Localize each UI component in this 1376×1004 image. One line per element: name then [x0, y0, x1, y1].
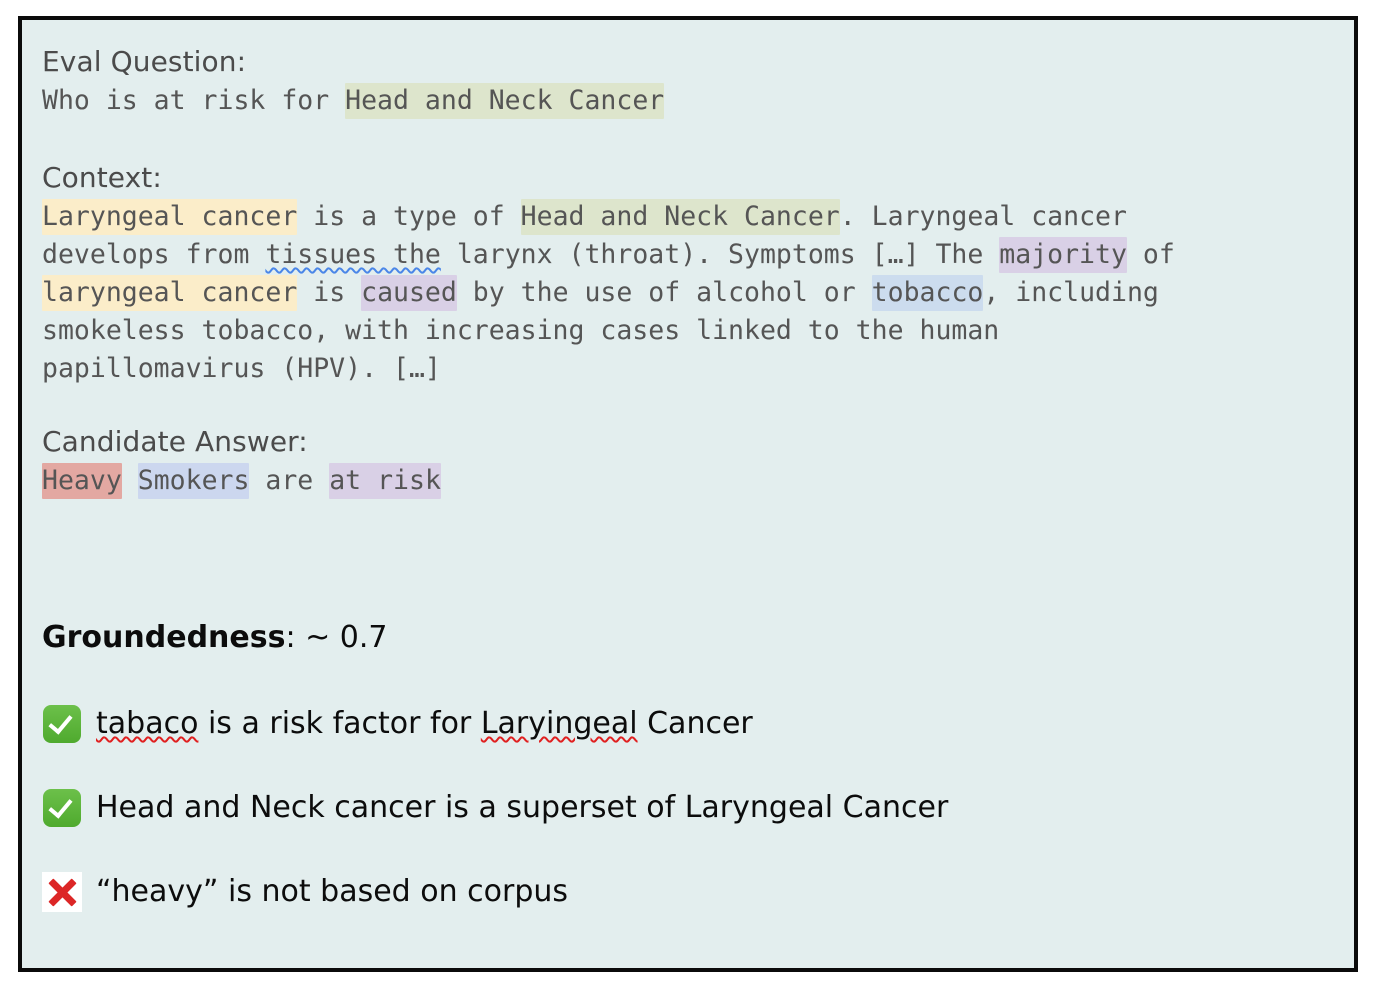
checklist-item-text: Head and Neck cancer is a superset of La…	[96, 790, 949, 825]
context-highlight-laryngeal-cancer-2: laryngeal cancer	[42, 275, 298, 311]
context-seg-8: of	[1142, 239, 1175, 270]
candidate-answer-text: Heavy Smokers are at risk	[42, 462, 1354, 500]
context-highlight-caused: caused	[361, 275, 457, 311]
context-section: Context: Laryngeal cancer is a type of H…	[42, 158, 1354, 388]
context-seg-12: by the use of alcohol or	[456, 277, 872, 308]
context-seg-10: is	[297, 277, 362, 308]
checklist-item-text: “heavy” is not based on corpus	[96, 874, 569, 909]
question-prefix: Who is at risk for	[42, 85, 346, 116]
groundedness-checklist: tabaco is a risk factor for Laryingeal C…	[42, 696, 1354, 920]
candidate-answer-section: Candidate Answer: Heavy Smokers are at r…	[42, 422, 1354, 500]
spellcheck-error-tabaco: tabaco	[96, 706, 199, 741]
eval-question-text: Who is at risk for Head and Neck Cancer	[42, 82, 1354, 120]
spellcheck-error-laryingeal: Laryingeal	[480, 706, 638, 741]
answer-seg-2	[122, 465, 138, 496]
spacer-after-context	[42, 388, 1354, 422]
spacer-after-question	[42, 120, 1354, 158]
cross-mark-icon	[42, 872, 82, 912]
groundedness-label: Groundedness	[42, 620, 286, 655]
answer-seg-4: are	[249, 465, 330, 496]
answer-highlight-smokers: Smokers	[137, 463, 250, 499]
context-highlight-head-neck-cancer: Head and Neck Cancer	[520, 199, 840, 235]
context-highlight-laryngeal-cancer-1: Laryngeal cancer	[42, 199, 298, 235]
eval-panel: Eval Question: Who is at risk for Head a…	[18, 16, 1358, 972]
context-highlight-majority: majority	[999, 237, 1127, 273]
context-label: Context:	[42, 161, 162, 194]
checklist-item: tabaco is a risk factor for Laryingeal C…	[42, 696, 1354, 752]
check-mark-button-icon	[42, 704, 82, 744]
groundedness-line: Groundedness: ~ 0.7	[42, 618, 1354, 658]
question-highlight-head-neck-cancer: Head and Neck Cancer	[345, 83, 665, 119]
context-seg-6: larynx (throat). Symptoms […] The	[440, 239, 1000, 270]
candidate-answer-label: Candidate Answer:	[42, 425, 308, 458]
checklist-item: Head and Neck cancer is a superset of La…	[42, 780, 1354, 836]
checklist-item-0-post: Cancer	[637, 706, 753, 741]
answer-highlight-at-risk: at risk	[329, 463, 441, 499]
context-text: Laryngeal cancer is a type of Head and N…	[42, 198, 1354, 388]
context-highlight-tobacco: tobacco	[871, 275, 984, 311]
checklist-item-0-mid: is a risk factor for	[198, 706, 481, 741]
groundedness-value: : ~ 0.7	[285, 620, 388, 655]
eval-question-section: Eval Question: Who is at risk for Head a…	[42, 42, 1354, 120]
spacer-after-answer	[42, 500, 1354, 618]
check-mark-button-icon	[42, 788, 82, 828]
eval-question-label: Eval Question:	[42, 45, 247, 78]
checklist-item: “heavy” is not based on corpus	[42, 864, 1354, 920]
context-seg-2: is a type of	[297, 201, 521, 232]
answer-highlight-heavy: Heavy	[42, 463, 122, 499]
checklist-item-text: tabaco is a risk factor for Laryingeal C…	[96, 704, 753, 744]
context-grammar-error-tissues-the: tissues the	[265, 239, 441, 270]
